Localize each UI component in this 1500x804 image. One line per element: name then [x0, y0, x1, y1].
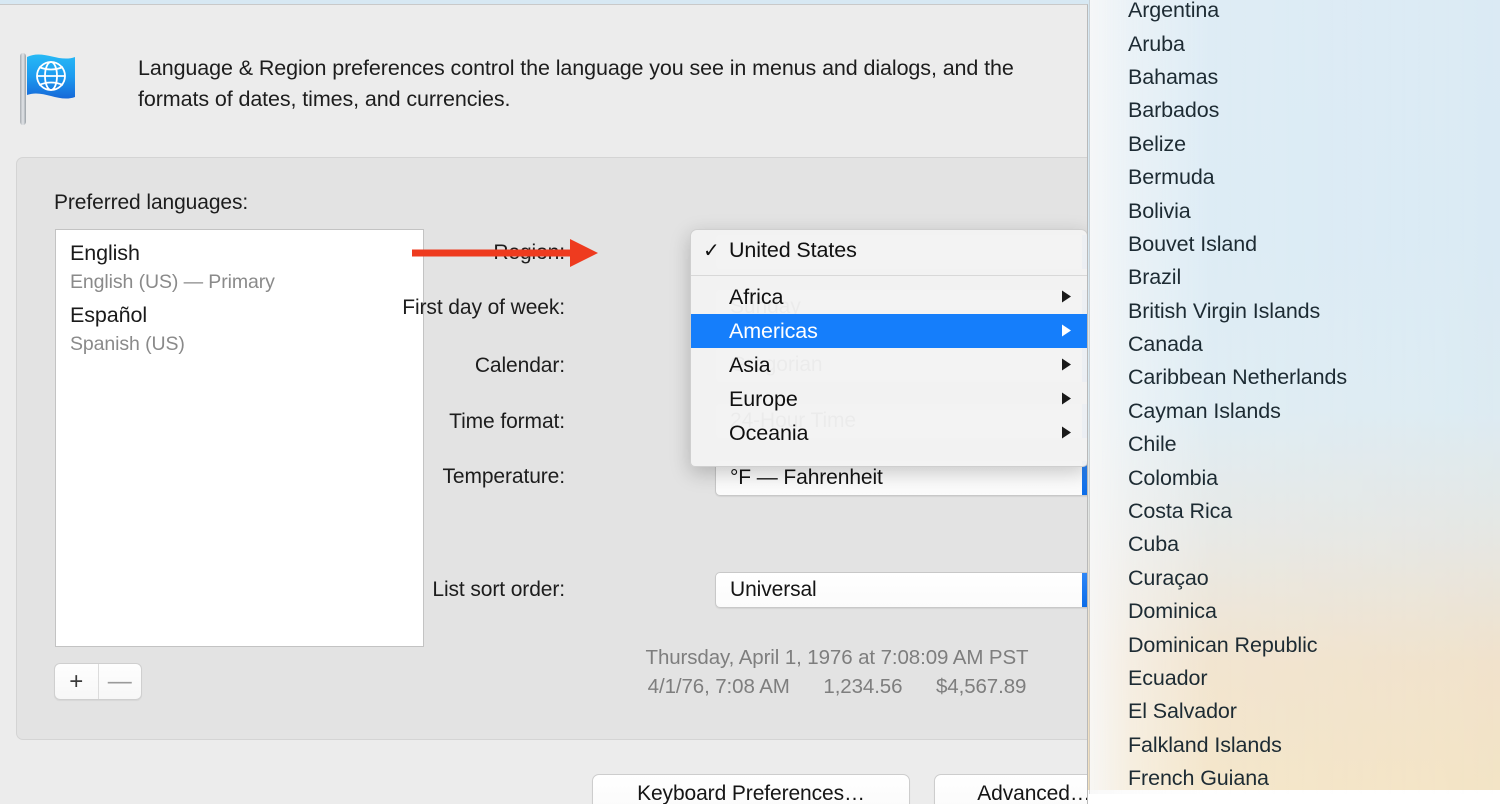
list-sort-order-popup-button[interactable]: Universal	[715, 572, 1088, 608]
submenu-item-country[interactable]: Dominica	[1090, 595, 1500, 628]
preferences-description: Language & Region preferences control th…	[138, 53, 1078, 115]
chevron-right-icon	[1061, 421, 1073, 446]
time-format-label: Time format:	[145, 410, 565, 434]
menu-item-americas[interactable]: Americas	[691, 314, 1087, 348]
list-sort-order-value: Universal	[730, 578, 817, 602]
submenu-item-country[interactable]: Barbados	[1090, 94, 1500, 127]
chevron-updown-icon	[1082, 573, 1088, 607]
submenu-item-country[interactable]: Bermuda	[1090, 161, 1500, 194]
preferred-languages-label: Preferred languages:	[54, 191, 248, 215]
add-language-button[interactable]: +	[55, 664, 98, 699]
submenu-item-country[interactable]: Aruba	[1090, 27, 1500, 60]
menu-item-label: United States	[729, 238, 857, 263]
submenu-item-country[interactable]: Cayman Islands	[1090, 395, 1500, 428]
menu-item-united-states[interactable]: ✓ United States	[691, 230, 1087, 270]
remove-language-button[interactable]: —	[98, 664, 142, 699]
submenu-item-country[interactable]: Costa Rica	[1090, 495, 1500, 528]
add-remove-language-buttons: + —	[54, 663, 142, 700]
menu-item-europe[interactable]: Europe	[691, 382, 1087, 416]
chevron-right-icon	[1061, 285, 1073, 310]
menu-item-africa[interactable]: Africa	[691, 280, 1087, 314]
submenu-item-country[interactable]: Argentina	[1090, 0, 1500, 27]
format-sample-block: Thursday, April 1, 1976 at 7:08:09 AM PS…	[587, 643, 1087, 701]
advanced-button[interactable]: Advanced…	[934, 774, 1088, 804]
calendar-label: Calendar:	[145, 354, 565, 378]
submenu-item-country[interactable]: Brazil	[1090, 261, 1500, 294]
list-sort-order-label: List sort order:	[145, 578, 565, 602]
sample-currency: $4,567.89	[936, 675, 1026, 698]
submenu-item-country[interactable]: Belize	[1090, 128, 1500, 161]
menu-item-label: Americas	[729, 319, 818, 344]
keyboard-preferences-button[interactable]: Keyboard Preferences…	[592, 774, 910, 804]
flag-globe-icon	[19, 49, 99, 127]
submenu-item-country[interactable]: Canada	[1090, 328, 1500, 361]
americas-country-submenu[interactable]: ArgentinaArubaBahamasBarbadosBelizeBermu…	[1089, 0, 1500, 794]
submenu-item-country[interactable]: Falkland Islands	[1090, 729, 1500, 762]
submenu-item-country[interactable]: Bolivia	[1090, 194, 1500, 227]
submenu-item-country[interactable]: Caribbean Netherlands	[1090, 361, 1500, 394]
chevron-right-icon	[1061, 319, 1073, 344]
submenu-item-country[interactable]: El Salvador	[1090, 695, 1500, 728]
preferences-header: Language & Region preferences control th…	[0, 41, 1088, 131]
language-region-preferences-window: Language & Region preferences control th…	[0, 4, 1088, 804]
submenu-item-country[interactable]: Colombia	[1090, 461, 1500, 494]
submenu-item-country[interactable]: French Guiana	[1090, 762, 1500, 794]
submenu-item-country[interactable]: Curaçao	[1090, 562, 1500, 595]
region-dropdown-menu[interactable]: ✓ United States Africa Americas Asia Eur…	[690, 229, 1088, 467]
menu-item-label: Oceania	[729, 421, 808, 446]
submenu-item-country[interactable]: British Virgin Islands	[1090, 295, 1500, 328]
menu-item-label: Africa	[729, 285, 783, 310]
submenu-item-country[interactable]: Ecuador	[1090, 662, 1500, 695]
submenu-item-country[interactable]: Dominican Republic	[1090, 628, 1500, 661]
sample-number: 1,234.56	[823, 675, 902, 698]
menu-item-oceania[interactable]: Oceania	[691, 416, 1087, 450]
chevron-right-icon	[1061, 387, 1073, 412]
temperature-label: Temperature:	[145, 465, 565, 489]
submenu-item-country[interactable]: Bahamas	[1090, 61, 1500, 94]
sample-short-row: 4/1/76, 7:08 AM 1,234.56 $4,567.89	[587, 672, 1087, 701]
checkmark-icon: ✓	[703, 238, 720, 263]
submenu-item-country[interactable]: Chile	[1090, 428, 1500, 461]
menu-separator	[691, 275, 1087, 276]
submenu-item-country[interactable]: Bouvet Island	[1090, 228, 1500, 261]
temperature-value: °F — Fahrenheit	[730, 466, 883, 490]
submenu-item-country[interactable]: Cuba	[1090, 528, 1500, 561]
menu-item-label: Europe	[729, 387, 798, 412]
sample-short-date: 4/1/76, 7:08 AM	[648, 675, 790, 698]
first-day-of-week-label: First day of week:	[145, 296, 565, 320]
sample-long-date: Thursday, April 1, 1976 at 7:08:09 AM PS…	[587, 643, 1087, 672]
annotation-arrow-icon	[410, 237, 600, 269]
menu-item-asia[interactable]: Asia	[691, 348, 1087, 382]
chevron-right-icon	[1061, 353, 1073, 378]
menu-item-label: Asia	[729, 353, 770, 378]
